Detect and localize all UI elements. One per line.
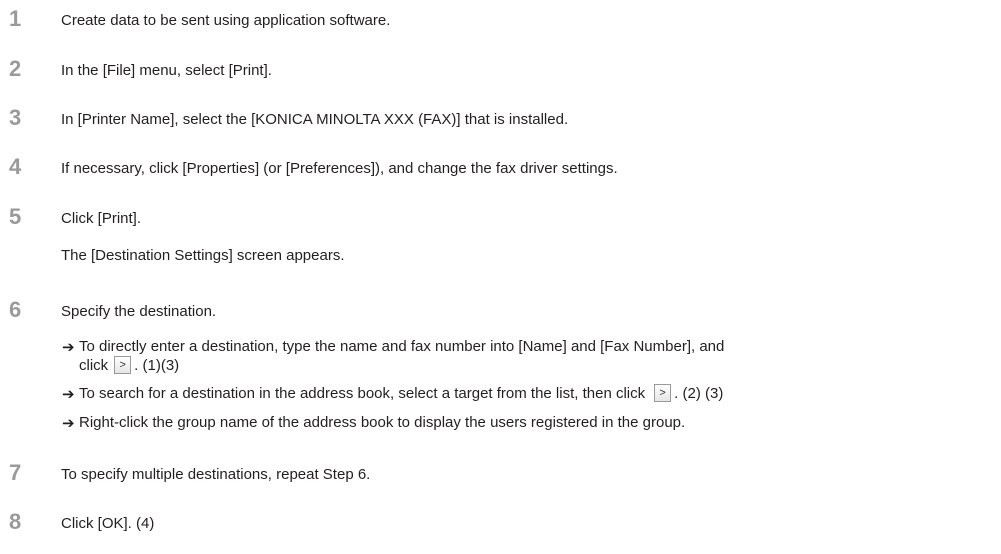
step-number: 7 [9,460,22,485]
step-number: 1 [9,6,22,31]
bullet-text: . (2) (3) [674,385,724,402]
step-number: 4 [9,154,22,179]
bullet-text: To directly enter a destination, type th… [79,338,725,355]
step-number: 8 [9,509,22,534]
bullet-text: click [79,357,109,374]
step-text: If necessary, click [Properties] (or [Pr… [61,160,618,177]
step-number: 5 [9,204,22,229]
step-text: Click [OK]. (4) [61,515,155,532]
bullet-text-continued: click >. (1)(3) [79,356,180,375]
bullet-text: Right-click the group name of the addres… [79,414,686,431]
arrow-bullet-icon: ➔ [62,385,75,403]
bullet-text: To search for a destination in the addre… [79,385,646,402]
add-destination-button-icon: > [114,356,132,375]
step-number: 2 [9,56,22,81]
step-text: In the [File] menu, select [Print]. [61,62,272,79]
add-destination-button-icon: > [654,384,672,403]
step-text: In [Printer Name], select the [KONICA MI… [61,111,569,128]
bullet-text: . (1)(3) [134,357,180,374]
step-text: Click [Print]. [61,210,142,227]
arrow-bullet-icon: ➔ [62,338,75,356]
step-text: Specify the destination. [61,303,217,320]
bullet-text-line: To search for a destination in the addre… [79,384,724,403]
step-text: Create data to be sent using application… [61,12,391,29]
arrow-bullet-icon: ➔ [62,414,75,432]
step-number: 6 [9,297,22,322]
step-note: The [Destination Settings] screen appear… [61,247,345,264]
step-text: To specify multiple destinations, repeat… [61,466,371,483]
procedure-steps: 1 Create data to be sent using applicati… [0,0,1001,554]
step-number: 3 [9,105,22,130]
